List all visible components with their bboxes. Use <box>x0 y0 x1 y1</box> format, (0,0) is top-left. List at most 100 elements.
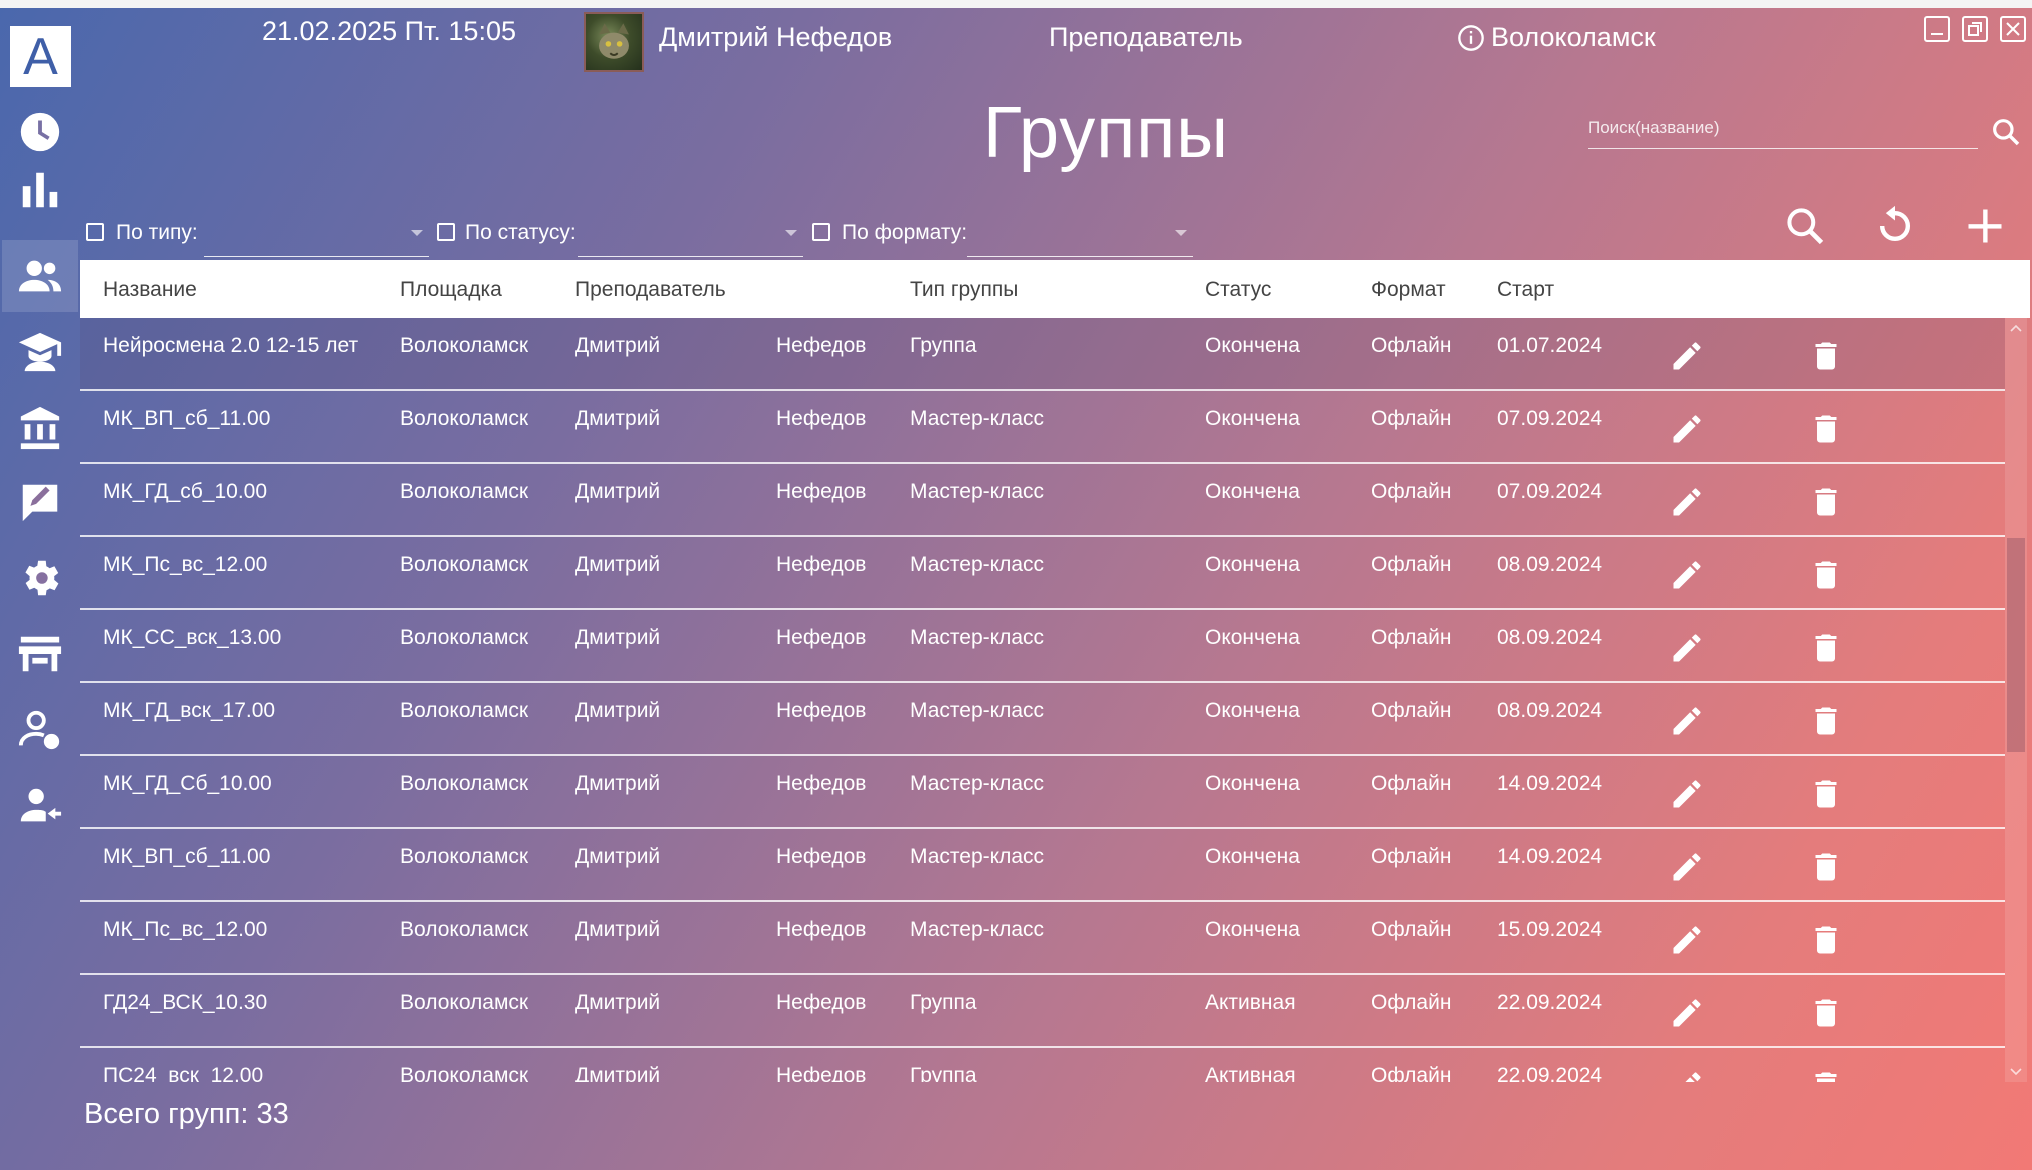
scroll-thumb[interactable] <box>2007 538 2025 752</box>
filter-type-checkbox[interactable] <box>86 223 104 241</box>
filter-type-select[interactable] <box>204 218 429 257</box>
filter-format-checkbox[interactable] <box>812 223 830 241</box>
chevron-up-icon <box>2010 324 2022 332</box>
table-row[interactable]: МК_ВП_сб_11.00 Волоколамск Дмитрий Нефед… <box>80 829 2005 902</box>
delete-button[interactable] <box>1808 630 1844 666</box>
cell-name: Нейросмена 2.0 12-15 лет <box>103 334 359 357</box>
add-group-button[interactable] <box>1963 204 2007 248</box>
sidebar-item-journal[interactable] <box>2 466 78 538</box>
filter-status-label: По статусу: <box>465 221 576 244</box>
cell-teacher-last: Нефедов <box>776 480 867 503</box>
app-logo[interactable]: A <box>10 26 71 87</box>
user-settings-icon <box>18 710 60 750</box>
edit-button[interactable] <box>1669 849 1705 885</box>
delete-button[interactable] <box>1808 1068 1844 1082</box>
minimize-button[interactable] <box>1924 16 1950 42</box>
table-row[interactable]: МК_ВП_сб_11.00 Волоколамск Дмитрий Нефед… <box>80 391 2005 464</box>
scroll-down-button[interactable] <box>2005 1060 2027 1082</box>
filter-status-checkbox[interactable] <box>437 223 455 241</box>
search-icon[interactable] <box>1990 116 2022 148</box>
table-scrollbar[interactable] <box>2005 318 2027 1082</box>
edit-button[interactable] <box>1669 630 1705 666</box>
sidebar-item-groups[interactable] <box>2 240 78 312</box>
column-header-teacher[interactable]: Преподаватель <box>575 278 726 302</box>
pencil-icon <box>1685 1072 1701 1082</box>
delete-button[interactable] <box>1808 922 1844 958</box>
delete-button[interactable] <box>1808 776 1844 812</box>
cell-group-type: Мастер-класс <box>910 553 1044 576</box>
column-header-format[interactable]: Формат <box>1371 278 1446 302</box>
avatar[interactable] <box>584 12 644 72</box>
minimize-icon <box>1931 33 1943 35</box>
table-row[interactable]: МК_ГД_Сб_10.00 Волоколамск Дмитрий Нефед… <box>80 756 2005 829</box>
pencil-icon <box>1673 926 1701 954</box>
cell-teacher-first: Дмитрий <box>575 845 661 868</box>
edit-button[interactable] <box>1669 922 1705 958</box>
column-header-status[interactable]: Статус <box>1205 278 1271 302</box>
table-row[interactable]: ГД24_ВСК_10.30 Волоколамск Дмитрий Нефед… <box>80 975 2005 1048</box>
plus-icon <box>1968 209 2002 243</box>
sidebar-item-teachers[interactable] <box>2 316 78 388</box>
edit-button[interactable] <box>1669 557 1705 593</box>
sidebar-item-user-settings[interactable] <box>2 694 78 766</box>
table-row[interactable]: МК_Пс_вс_12.00 Волоколамск Дмитрий Нефед… <box>80 537 2005 610</box>
table-row[interactable]: Нейросмена 2.0 12-15 лет Волоколамск Дми… <box>80 318 2005 391</box>
edit-button[interactable] <box>1669 484 1705 520</box>
search-field[interactable] <box>1588 110 1978 149</box>
cell-teacher-first: Дмитрий <box>575 407 661 430</box>
edit-button[interactable] <box>1669 703 1705 739</box>
sidebar-item-institutions[interactable] <box>2 392 78 464</box>
info-icon[interactable] <box>1457 24 1485 52</box>
cell-status: Окончена <box>1205 407 1300 430</box>
table-row[interactable]: МК_Пс_вс_12.00 Волоколамск Дмитрий Нефед… <box>80 902 2005 975</box>
column-header-start[interactable]: Старт <box>1497 278 1554 302</box>
scroll-up-button[interactable] <box>2005 318 2027 340</box>
edit-button[interactable] <box>1669 995 1705 1031</box>
edit-button[interactable] <box>1669 776 1705 812</box>
search-input[interactable] <box>1588 110 1978 146</box>
user-back-icon <box>20 788 62 822</box>
edit-button[interactable] <box>1669 1068 1705 1082</box>
table-row[interactable]: МК_СС_вск_13.00 Волоколамск Дмитрий Нефе… <box>80 610 2005 683</box>
delete-button[interactable] <box>1808 995 1844 1031</box>
cell-group-type: Мастер-класс <box>910 480 1044 503</box>
cell-name: МК_ВП_сб_11.00 <box>103 407 271 430</box>
table-row[interactable]: МК_ГД_сб_10.00 Волоколамск Дмитрий Нефед… <box>80 464 2005 537</box>
cell-status: Окончена <box>1205 553 1300 576</box>
sidebar-item-store[interactable] <box>2 618 78 690</box>
filter-format-select[interactable] <box>967 218 1193 257</box>
delete-button[interactable] <box>1808 484 1844 520</box>
delete-button[interactable] <box>1808 411 1844 447</box>
delete-button[interactable] <box>1808 849 1844 885</box>
refresh-button[interactable] <box>1873 204 1917 248</box>
logo-letter: A <box>23 27 58 86</box>
people-icon <box>18 260 62 292</box>
table-row[interactable]: ПС24_вск_12.00 Волоколамск Дмитрий Нефед… <box>80 1048 2005 1082</box>
cell-site: Волоколамск <box>400 699 529 722</box>
trash-icon <box>1815 926 1837 954</box>
cell-status: Окончена <box>1205 334 1300 357</box>
edit-button[interactable] <box>1669 338 1705 374</box>
delete-button[interactable] <box>1808 703 1844 739</box>
cell-format: Офлайн <box>1371 991 1452 1014</box>
table-row[interactable]: МК_ГД_вск_17.00 Волоколамск Дмитрий Нефе… <box>80 683 2005 756</box>
cell-status: Окончена <box>1205 699 1300 722</box>
trash-icon <box>1815 342 1837 370</box>
edit-button[interactable] <box>1669 411 1705 447</box>
delete-button[interactable] <box>1808 338 1844 374</box>
sidebar-item-logout[interactable] <box>2 770 78 842</box>
close-button[interactable] <box>2000 16 2026 42</box>
column-header-site[interactable]: Площадка <box>400 278 502 302</box>
pencil-icon <box>1673 999 1701 1027</box>
search-icon <box>1787 208 1824 245</box>
apply-search-button[interactable] <box>1783 204 1827 248</box>
filter-status-select[interactable] <box>578 218 803 257</box>
sidebar-item-settings[interactable] <box>2 542 78 614</box>
restore-button[interactable] <box>1962 16 1988 42</box>
trash-icon <box>1815 707 1837 735</box>
delete-button[interactable] <box>1808 557 1844 593</box>
cell-group-type: Мастер-класс <box>910 407 1044 430</box>
column-header-name[interactable]: Название <box>103 278 197 302</box>
cell-start: 22.09.2024 <box>1497 1064 1603 1082</box>
column-header-group-type[interactable]: Тип группы <box>910 278 1018 302</box>
